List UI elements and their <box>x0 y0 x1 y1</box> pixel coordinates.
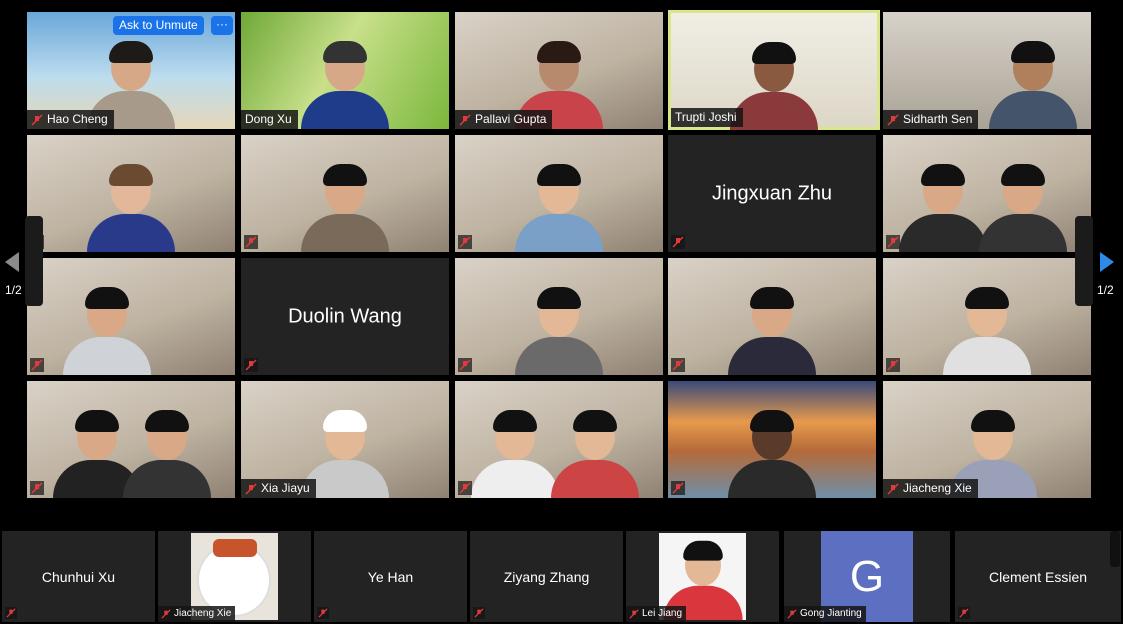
participant-name-label: Jiacheng Xie <box>158 606 236 622</box>
muted-mic-icon <box>458 358 472 372</box>
muted-mic-icon <box>671 358 685 372</box>
participant-name-label: Pallavi Gupta <box>455 110 553 129</box>
muted-mic-icon <box>887 113 899 126</box>
next-page-arrow-icon[interactable] <box>1098 250 1116 274</box>
participant-name-label: Trupti Joshi <box>671 108 743 127</box>
muted-mic-icon <box>244 358 258 372</box>
participant-video <box>511 287 607 375</box>
name-tile-jingxuan-zhu[interactable]: Jingxuan Zhu <box>668 135 876 252</box>
video-tile[interactable] <box>883 258 1091 375</box>
participant-name-label: Jiacheng Xie <box>883 479 978 498</box>
muted-mic-icon <box>958 607 970 619</box>
participant-video <box>297 164 393 252</box>
participant-name-label: Hao Cheng <box>27 110 114 129</box>
strip-tile-gong-jianting[interactable]: G Gong Jianting <box>784 531 950 622</box>
video-tile[interactable] <box>455 258 663 375</box>
participant-name-label: Xia Jiayu <box>241 479 316 498</box>
more-options-button[interactable]: ··· <box>211 16 233 35</box>
muted-mic-icon <box>317 607 329 619</box>
strip-tile-ziyang-zhang[interactable]: Ziyang Zhang <box>470 531 623 622</box>
video-tile-jiacheng-xie[interactable]: Jiacheng Xie <box>883 381 1091 498</box>
participant-name-label: Sidharth Sen <box>883 110 979 129</box>
video-tile[interactable] <box>455 135 663 252</box>
video-tile[interactable] <box>27 135 235 252</box>
muted-mic-icon <box>459 113 471 126</box>
video-tile-pallavi-gupta[interactable]: Pallavi Gupta <box>455 12 663 129</box>
muted-mic-icon <box>671 481 685 495</box>
page-nav-right-panel <box>1075 216 1093 306</box>
video-tile-xia-jiayu[interactable]: Xia Jiayu <box>241 381 449 498</box>
previous-page-arrow-icon[interactable] <box>3 250 21 274</box>
muted-mic-icon <box>458 481 472 495</box>
strip-scrollbar[interactable] <box>1110 531 1120 567</box>
participant-video <box>724 287 820 375</box>
muted-mic-icon <box>787 609 797 619</box>
name-tile-duolin-wang[interactable]: Duolin Wang <box>241 258 449 375</box>
participant-video <box>724 410 820 498</box>
strip-tile-chunhui-xu[interactable]: Chunhui Xu <box>2 531 155 622</box>
participant-video <box>511 164 607 252</box>
video-tile[interactable] <box>455 381 663 498</box>
strip-tile-jiacheng-xie[interactable]: Jiacheng Xie <box>158 531 311 622</box>
muted-mic-icon <box>30 358 44 372</box>
muted-mic-icon <box>161 609 171 619</box>
video-tile[interactable] <box>27 381 235 498</box>
participant-video <box>119 410 215 498</box>
strip-tile-lei-jiang[interactable]: Lei Jiang <box>626 531 779 622</box>
participant-name-label: Gong Jianting <box>784 606 866 622</box>
muted-mic-icon <box>31 113 43 126</box>
strip-tile-ye-han[interactable]: Ye Han <box>314 531 467 622</box>
participant-video <box>975 164 1071 252</box>
participant-video <box>547 410 643 498</box>
ask-to-unmute-button[interactable]: Ask to Unmute <box>113 16 204 35</box>
page-indicator-left: 1/2 <box>5 283 22 297</box>
video-tile[interactable] <box>883 135 1091 252</box>
video-tile[interactable] <box>27 258 235 375</box>
participant-name: Ziyang Zhang <box>503 568 590 585</box>
participant-name-label: Dong Xu <box>241 110 298 129</box>
participant-name: Clement Essien <box>988 568 1088 585</box>
participant-video <box>83 164 179 252</box>
participant-video <box>59 287 155 375</box>
video-tile-dong-xu[interactable]: Dong Xu <box>241 12 449 129</box>
video-tile-sidharth-sen[interactable]: Sidharth Sen <box>883 12 1091 129</box>
muted-mic-icon <box>887 482 899 495</box>
participant-name-label: Lei Jiang <box>626 606 687 622</box>
page-indicator-right: 1/2 <box>1097 283 1114 297</box>
participant-video <box>297 41 393 129</box>
muted-mic-icon <box>629 609 639 619</box>
video-tile[interactable] <box>241 135 449 252</box>
participant-video <box>939 287 1035 375</box>
participant-name: Jingxuan Zhu <box>711 182 833 204</box>
muted-mic-icon <box>244 235 258 249</box>
video-tile-trupti-joshi[interactable]: Trupti Joshi <box>668 10 880 130</box>
muted-mic-icon <box>473 607 485 619</box>
strip-tile-clement-essien[interactable]: Clement Essien <box>955 531 1121 622</box>
muted-mic-icon <box>886 358 900 372</box>
muted-mic-icon <box>5 607 17 619</box>
muted-mic-icon <box>30 481 44 495</box>
muted-mic-icon <box>245 482 257 495</box>
participant-name: Ye Han <box>367 568 414 585</box>
participant-name: Duolin Wang <box>288 305 402 327</box>
muted-mic-icon <box>458 235 472 249</box>
video-tile[interactable] <box>668 258 876 375</box>
participant-video <box>985 41 1081 129</box>
participant-name: Chunhui Xu <box>41 568 116 585</box>
muted-mic-icon <box>886 235 900 249</box>
decoration-shape <box>213 539 257 557</box>
video-tile[interactable] <box>668 381 876 498</box>
page-nav-left-panel <box>25 216 43 306</box>
muted-mic-icon <box>671 235 685 249</box>
